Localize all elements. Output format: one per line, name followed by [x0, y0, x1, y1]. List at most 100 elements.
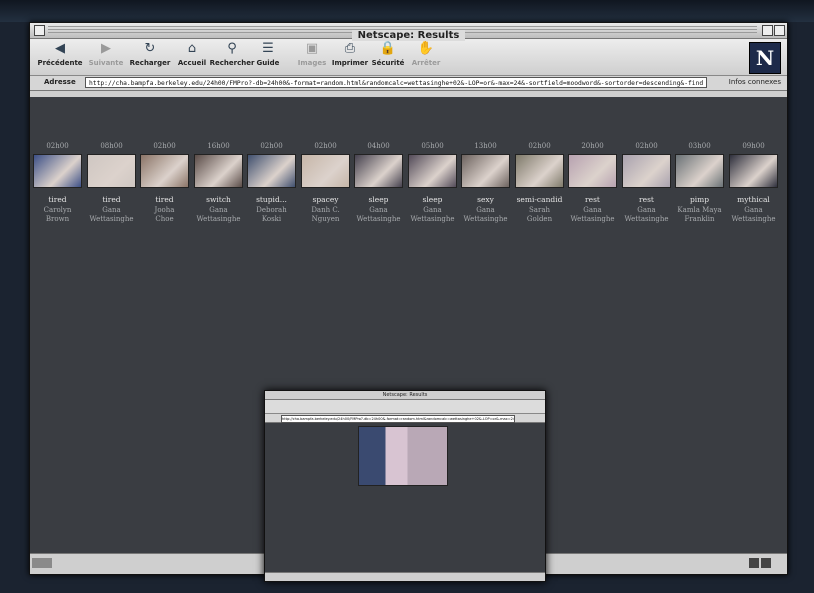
guide-icon: ☰ [262, 41, 274, 56]
author-name-line: Choe [155, 215, 174, 223]
result-item: 13h00 sexy Gana Wettasinghe [461, 142, 510, 224]
collapse-box-icon[interactable] [774, 25, 785, 36]
popup-window[interactable]: Netscape: Results http://cha.bampfa.berk… [264, 390, 546, 582]
result-author: Carolyn Brown [33, 206, 82, 224]
result-item: 04h00 sleep Gana Wettasinghe [354, 142, 403, 224]
security-icon[interactable] [32, 558, 52, 568]
result-time: 04h00 [367, 142, 390, 150]
author-name-line: Gana [209, 206, 228, 214]
result-mood-word: stupid... [256, 195, 287, 204]
result-time: 16h00 [207, 142, 230, 150]
popup-title: Netscape: Results [265, 391, 545, 400]
author-name-line: Brown [45, 215, 70, 223]
scroll-right-icon[interactable] [761, 558, 771, 568]
result-author: Jooha Choe [140, 206, 189, 224]
result-thumbnail[interactable] [461, 154, 510, 188]
result-mood-word: tired [48, 195, 67, 204]
netscape-logo[interactable]: N [749, 42, 781, 74]
result-thumbnail[interactable] [515, 154, 564, 188]
result-thumbnail[interactable] [675, 154, 724, 188]
result-mood-word: rest [639, 195, 654, 204]
author-name-line: Gana [744, 206, 763, 214]
result-thumbnail[interactable] [622, 154, 671, 188]
author-name-line: Wettasinghe [463, 215, 508, 223]
forward-arrow-button[interactable]: ▶ Suivante [82, 41, 130, 67]
popup-url-field[interactable]: http://cha.bampfa.berkeley.edu/24h00/FMP… [281, 415, 515, 423]
result-author: Danh C. Nguyen [301, 206, 350, 224]
related-links-button[interactable]: Infos connexes [729, 78, 781, 86]
result-author: Gana Wettasinghe [194, 206, 243, 224]
result-thumbnail[interactable] [247, 154, 296, 188]
result-item: 02h00 stupid... Deborah Koski [247, 142, 296, 224]
author-name-line: Gana [423, 206, 442, 214]
author-name-line: Wettasinghe [731, 215, 776, 223]
popup-status-bar [265, 572, 545, 581]
author-name-line: Wettasinghe [196, 215, 241, 223]
result-thumbnail[interactable] [87, 154, 136, 188]
author-name-line: Wettasinghe [624, 215, 669, 223]
author-name-line: Gana [102, 206, 121, 214]
title-bar[interactable]: Netscape: Results [30, 23, 787, 41]
popup-toolbar [265, 400, 545, 414]
author-name-line: Gana [476, 206, 495, 214]
result-time: 02h00 [260, 142, 283, 150]
url-field[interactable]: http://cha.bampfa.berkeley.edu/24h00/FMP… [85, 77, 707, 88]
result-item: 09h00 mythical Gana Wettasinghe [729, 142, 778, 224]
result-thumbnail[interactable] [568, 154, 617, 188]
result-item: 02h00 tired Jooha Choe [140, 142, 189, 224]
result-mood-word: semi-candid [516, 195, 563, 204]
author-name-line: Wettasinghe [570, 215, 615, 223]
author-name-line: Deborah [256, 206, 287, 214]
print-icon: ⎙ [344, 41, 356, 56]
result-author: Gana Wettasinghe [87, 206, 136, 224]
result-thumbnail[interactable] [354, 154, 403, 188]
zoom-box-icon[interactable] [762, 25, 773, 36]
result-thumbnail[interactable] [301, 154, 350, 188]
result-thumbnail[interactable] [194, 154, 243, 188]
result-thumbnail[interactable] [408, 154, 457, 188]
result-item: 02h00 spacey Danh C. Nguyen [301, 142, 350, 224]
result-item: 05h00 sleep Gana Wettasinghe [408, 142, 457, 224]
result-thumbnail[interactable] [33, 154, 82, 188]
result-author: Gana Wettasinghe [568, 206, 617, 224]
result-time: 20h00 [581, 142, 604, 150]
desktop-frame [0, 0, 814, 22]
author-name-line: Koski [261, 215, 282, 223]
reload-button[interactable]: ↻ Recharger [126, 41, 174, 67]
result-mood-word: spacey [312, 195, 339, 204]
back-arrow-icon: ◀ [55, 41, 65, 56]
result-time: 05h00 [421, 142, 444, 150]
guide-button[interactable]: ☰ Guide [244, 41, 292, 67]
result-mood-word: tired [155, 195, 174, 204]
author-name-line: Carolyn [43, 206, 72, 214]
back-arrow-button[interactable]: ◀ Précédente [36, 41, 84, 67]
result-thumbnail[interactable] [140, 154, 189, 188]
result-author: Deborah Koski [247, 206, 296, 224]
result-time: 02h00 [528, 142, 551, 150]
images-icon: ▣ [305, 41, 319, 56]
forward-arrow-icon: ▶ [101, 41, 111, 56]
popup-photo[interactable] [358, 426, 448, 486]
result-item: 20h00 rest Gana Wettasinghe [568, 142, 617, 224]
result-mood-word: rest [585, 195, 600, 204]
result-author: Gana Wettasinghe [622, 206, 671, 224]
result-time: 02h00 [314, 142, 337, 150]
result-mood-word: tired [102, 195, 121, 204]
stop-button[interactable]: ✋ Arrêter [402, 41, 450, 67]
result-author: Kamla Maya Franklin [675, 206, 724, 224]
navigation-toolbar: N ◀ Précédente ▶ Suivante ↻ Recharger ⌂ Accueil… [30, 39, 787, 76]
result-item: 02h00 rest Gana Wettasinghe [622, 142, 671, 224]
result-item: 03h00 pimp Kamla Maya Franklin [675, 142, 724, 224]
author-name-line: Wettasinghe [89, 215, 134, 223]
toolbar-button-label: Arrêter [411, 59, 441, 67]
result-author: Gana Wettasinghe [408, 206, 457, 224]
close-box-icon[interactable] [34, 25, 45, 36]
scroll-left-icon[interactable] [749, 558, 759, 568]
address-bar: Adresse http://cha.bampfa.berkeley.edu/2… [30, 76, 787, 91]
author-name-line: Gana [637, 206, 656, 214]
author-name-line: Gana [583, 206, 602, 214]
stop-icon: ✋ [417, 41, 435, 56]
result-author: Gana Wettasinghe [729, 206, 778, 224]
author-name-line: Gana [369, 206, 388, 214]
result-thumbnail[interactable] [729, 154, 778, 188]
